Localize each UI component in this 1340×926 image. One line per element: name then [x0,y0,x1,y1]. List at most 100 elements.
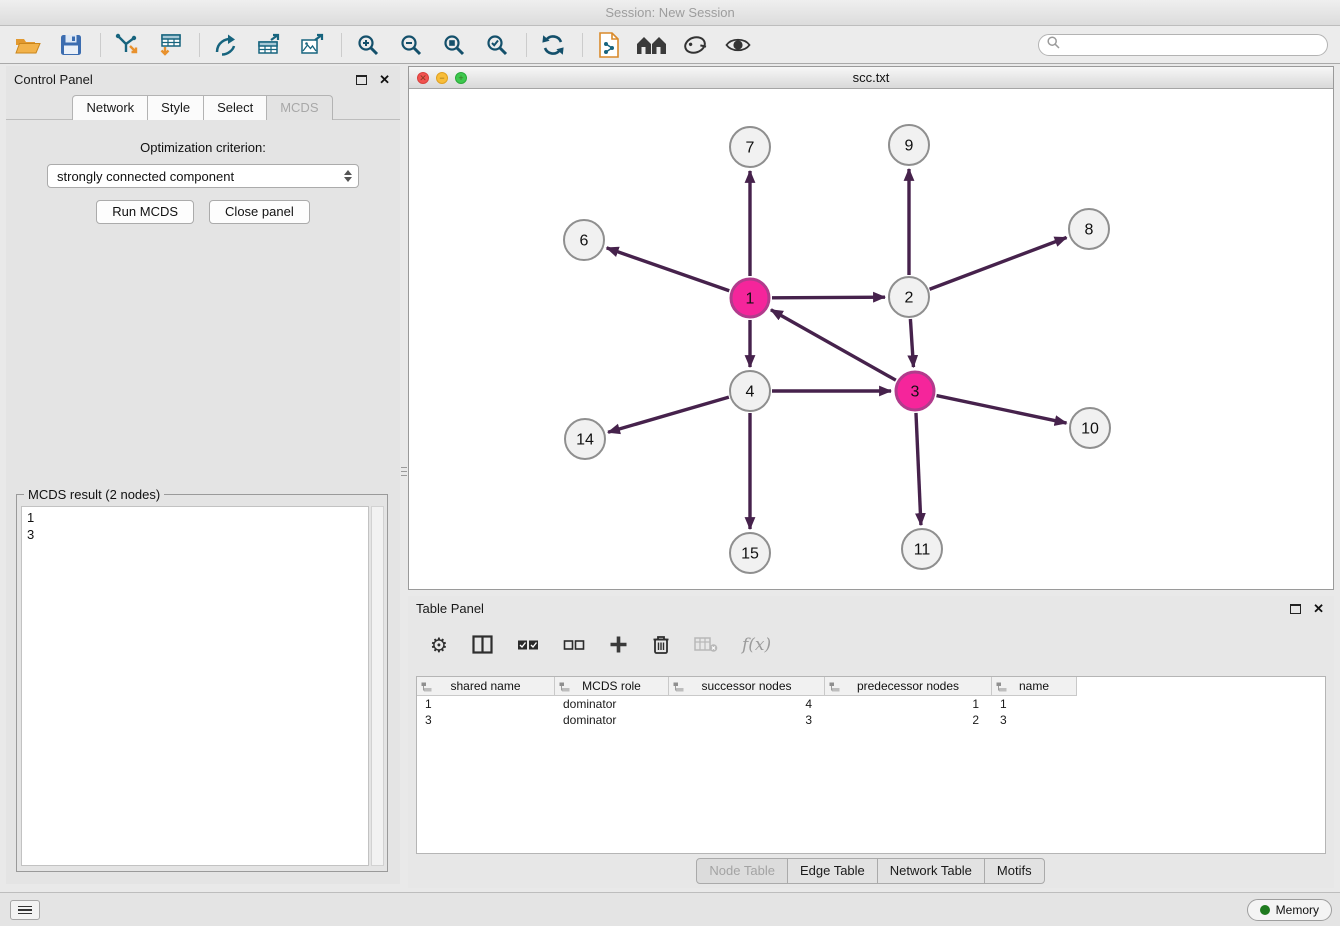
zoom-in-icon[interactable] [352,29,384,61]
memory-button[interactable]: Memory [1247,899,1332,921]
mcds-result-list[interactable]: 1 3 [21,506,369,866]
cell-name[interactable]: 1 [992,696,1077,712]
optimization-dropdown[interactable]: strongly connected component [47,164,359,188]
save-session-icon[interactable] [55,29,87,61]
node-15[interactable]: 15 [730,533,770,573]
close-panel-icon[interactable] [379,73,390,86]
edge-3-10[interactable] [937,396,1067,423]
close-window-icon[interactable] [417,72,429,84]
table-panel: Table Panel ⚙ [408,596,1334,888]
column-header-mcds-role[interactable]: MCDS role [555,677,669,696]
edge-1-2[interactable] [772,297,885,298]
close-panel-button[interactable]: Close panel [209,200,310,224]
cell-mcds-role[interactable]: dominator [555,696,669,712]
import-table-icon[interactable] [154,29,186,61]
window-title: Session: New Session [605,5,734,20]
delete-table-icon[interactable] [694,636,718,653]
svg-text:6: 6 [580,233,589,250]
tab-mcds[interactable]: MCDS [266,95,332,120]
panel-splitter[interactable] [401,460,407,482]
close-table-panel-icon[interactable] [1313,602,1324,615]
edge-4-14[interactable] [608,397,729,432]
tab-motifs[interactable]: Motifs [984,858,1045,884]
export-network-icon[interactable] [210,29,242,61]
run-mcds-button[interactable]: Run MCDS [96,200,194,224]
tab-network-table[interactable]: Network Table [877,858,985,884]
search-input[interactable] [1065,38,1319,52]
add-column-icon[interactable] [609,635,628,654]
select-all-icon[interactable] [517,638,539,652]
delete-column-icon[interactable] [652,634,670,655]
svg-text:14: 14 [576,432,594,449]
network-document-icon[interactable] [593,29,625,61]
tab-style[interactable]: Style [147,95,204,120]
search-icon [1047,36,1060,54]
node-table: shared name MCDS role successor nodes [416,676,1326,854]
minimize-window-icon[interactable] [436,72,448,84]
zoom-out-icon[interactable] [395,29,427,61]
tab-node-table[interactable]: Node Table [696,858,788,884]
zoom-selected-icon[interactable] [481,29,513,61]
result-scrollbar[interactable] [371,506,384,866]
column-header-successor-nodes[interactable]: successor nodes [669,677,825,696]
import-network-icon[interactable] [111,29,143,61]
eye-icon[interactable] [722,29,754,61]
network-graph[interactable]: 7 9 6 8 1 2 4 3 14 10 15 11 [409,89,1333,589]
node-14[interactable]: 14 [565,419,605,459]
node-11[interactable]: 11 [902,529,942,569]
edge-3-1[interactable] [771,310,896,380]
control-panel: Control Panel Network Style Select MCDS … [6,66,400,884]
edge-1-6[interactable] [607,248,730,291]
edge-3-11[interactable] [916,413,921,525]
tab-select[interactable]: Select [203,95,267,120]
export-image-icon[interactable] [296,29,328,61]
column-header-shared-name[interactable]: shared name [417,677,555,696]
cell-predecessor-nodes[interactable]: 2 [825,712,992,728]
edge-2-3[interactable] [910,319,913,367]
node-1[interactable]: 1 [731,279,769,317]
column-header-name[interactable]: name [992,677,1077,696]
show-columns-icon[interactable] [472,635,493,654]
zoom-fit-icon[interactable] [438,29,470,61]
node-7[interactable]: 7 [730,127,770,167]
tab-network[interactable]: Network [72,95,148,120]
dropdown-stepper-icon [344,170,352,182]
table-tabs: Node Table Edge Table Network Table Moti… [408,858,1334,884]
maximize-window-icon[interactable] [455,72,467,84]
control-panel-header: Control Panel [6,66,400,91]
float-table-panel-icon[interactable] [1290,604,1301,614]
deselect-all-icon[interactable] [563,638,585,652]
node-2[interactable]: 2 [889,277,929,317]
table-row[interactable]: 3 dominator 3 2 3 [417,712,1325,728]
cell-name[interactable]: 3 [992,712,1077,728]
float-panel-icon[interactable] [356,75,367,85]
node-9[interactable]: 9 [889,125,929,165]
node-10[interactable]: 10 [1070,408,1110,448]
cell-predecessor-nodes[interactable]: 1 [825,696,992,712]
node-6[interactable]: 6 [564,220,604,260]
export-table-icon[interactable] [253,29,285,61]
first-neighbors-icon[interactable] [636,29,668,61]
table-settings-gear-icon[interactable]: ⚙ [430,635,448,655]
refresh-icon[interactable] [537,29,569,61]
function-builder-icon[interactable]: f(x) [742,635,771,655]
cell-shared-name[interactable]: 3 [417,712,555,728]
node-3[interactable]: 3 [896,372,934,410]
cell-mcds-role[interactable]: dominator [555,712,669,728]
cell-successor-nodes[interactable]: 4 [669,696,825,712]
node-8[interactable]: 8 [1069,209,1109,249]
edge-2-8[interactable] [930,237,1067,289]
task-history-button[interactable] [10,900,40,920]
cell-successor-nodes[interactable]: 3 [669,712,825,728]
search-box[interactable] [1038,34,1328,56]
column-header-predecessor-nodes[interactable]: predecessor nodes [825,677,992,696]
style-palette-icon[interactable] [679,29,711,61]
open-session-icon[interactable] [12,29,44,61]
tab-edge-table[interactable]: Edge Table [787,858,878,884]
mcds-result-title: MCDS result (2 nodes) [24,487,164,502]
table-row[interactable]: 1 dominator 4 1 1 [417,696,1325,712]
toolbar-separator [100,33,101,57]
status-bar: Memory [0,892,1340,926]
cell-shared-name[interactable]: 1 [417,696,555,712]
node-4[interactable]: 4 [730,371,770,411]
